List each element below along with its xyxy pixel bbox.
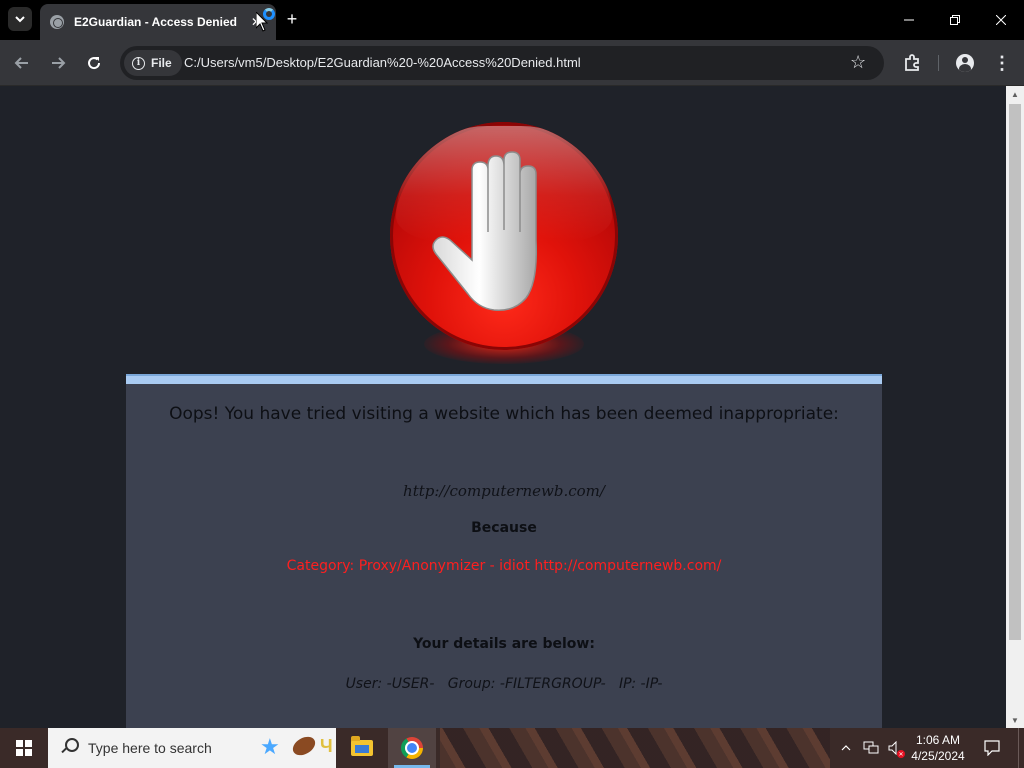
globe-icon <box>50 15 64 29</box>
back-button[interactable] <box>10 51 34 75</box>
kebab-menu-icon[interactable]: ⋮ <box>990 51 1014 75</box>
stop-hand-logo <box>388 120 620 372</box>
tab-title: E2Guardian - Access Denied <box>74 15 237 29</box>
vertical-scrollbar[interactable]: ▲ ▼ <box>1006 86 1024 728</box>
scroll-down-arrow-icon[interactable]: ▼ <box>1006 712 1024 728</box>
network-icon <box>863 741 879 754</box>
user-details: User: -USER- Group: -FILTERGROUP- IP: -I… <box>345 676 663 692</box>
box-header-bar <box>126 374 882 384</box>
url-text[interactable]: C:/Users/vm5/Desktop/E2Guardian%20-%20Ac… <box>184 55 581 70</box>
show-desktop-button[interactable] <box>1018 728 1024 768</box>
reload-button[interactable] <box>82 51 106 75</box>
browser-titlebar: E2Guardian - Access Denied ✕ + <box>0 0 1024 40</box>
star-icon[interactable]: ☆ <box>850 52 866 73</box>
clock-date: 4/25/2024 <box>911 749 965 763</box>
blocked-url: http://computernewb.com/ <box>403 482 605 500</box>
start-button[interactable] <box>0 728 48 768</box>
block-reason: Category: Proxy/Anonymizer - idiot http:… <box>286 558 722 574</box>
clock[interactable]: 1:06 AM 4/25/2024 <box>908 728 968 768</box>
scroll-thumb[interactable] <box>1009 104 1021 640</box>
toolbar-separator <box>938 55 939 71</box>
chevron-up-icon <box>841 745 851 751</box>
address-bar[interactable]: i File C:/Users/vm5/Desktop/E2Guardian%2… <box>120 46 884 80</box>
search-placeholder: Type here to search <box>88 740 212 756</box>
file-label: File <box>151 56 172 70</box>
close-icon <box>996 15 1006 25</box>
taskbar-wallpaper <box>440 728 830 768</box>
profile-button[interactable] <box>953 51 977 75</box>
because-label: Because <box>471 520 537 536</box>
show-hidden-icons-button[interactable] <box>836 728 856 768</box>
goalpost-icon: Ч <box>320 736 333 756</box>
star-art-icon: ★ <box>260 734 280 759</box>
forward-button[interactable] <box>46 51 70 75</box>
clock-time: 1:06 AM <box>915 733 961 747</box>
details-heading: Your details are below: <box>413 636 595 652</box>
minimize-icon <box>904 19 914 21</box>
forward-arrow-icon <box>52 57 66 69</box>
chevron-down-icon <box>15 16 25 23</box>
browser-toolbar: i File C:/Users/vm5/Desktop/E2Guardian%2… <box>0 40 1024 86</box>
notifications-button[interactable] <box>976 728 1008 768</box>
stop-sign-icon <box>390 122 618 350</box>
chrome-taskbar-button[interactable] <box>388 728 436 768</box>
denial-message-box: Oops! You have tried visiting a website … <box>126 374 882 728</box>
chrome-icon <box>401 737 423 759</box>
new-tab-button[interactable]: + <box>282 9 302 29</box>
tab-active[interactable]: E2Guardian - Access Denied ✕ <box>40 4 276 40</box>
extensions-button[interactable] <box>900 51 924 75</box>
denial-headline: Oops! You have tried visiting a website … <box>169 404 839 424</box>
minimize-button[interactable] <box>886 0 932 40</box>
scroll-up-arrow-icon[interactable]: ▲ <box>1006 86 1024 102</box>
football-icon <box>289 733 319 759</box>
back-arrow-icon <box>14 57 28 69</box>
busy-spinner-icon <box>263 8 275 20</box>
restore-button[interactable] <box>932 0 978 40</box>
file-explorer-button[interactable] <box>338 728 386 768</box>
windows-taskbar: Type here to search ★ Ч ✕ 1:06 AM 4/25/2… <box>0 728 1024 768</box>
windows-logo-icon <box>16 740 32 756</box>
close-window-button[interactable] <box>978 0 1024 40</box>
site-info-chip[interactable]: i File <box>124 50 182 76</box>
profile-icon <box>956 54 974 72</box>
folder-icon <box>351 736 373 756</box>
volume-button[interactable]: ✕ <box>884 728 906 768</box>
network-button[interactable] <box>860 728 882 768</box>
tab-list-button[interactable] <box>8 7 32 31</box>
restore-icon <box>950 15 960 25</box>
info-icon: i <box>132 56 145 70</box>
search-highlight-art[interactable]: ★ Ч <box>256 732 336 764</box>
hand-icon <box>432 151 538 311</box>
puzzle-icon <box>905 54 919 71</box>
mute-badge-icon: ✕ <box>897 750 905 758</box>
notification-icon <box>984 740 1000 756</box>
reload-icon <box>88 57 101 70</box>
taskbar-search[interactable]: Type here to search ★ Ч <box>48 728 336 768</box>
page-viewport: Oops! You have tried visiting a website … <box>0 86 1006 728</box>
search-icon <box>60 738 79 756</box>
